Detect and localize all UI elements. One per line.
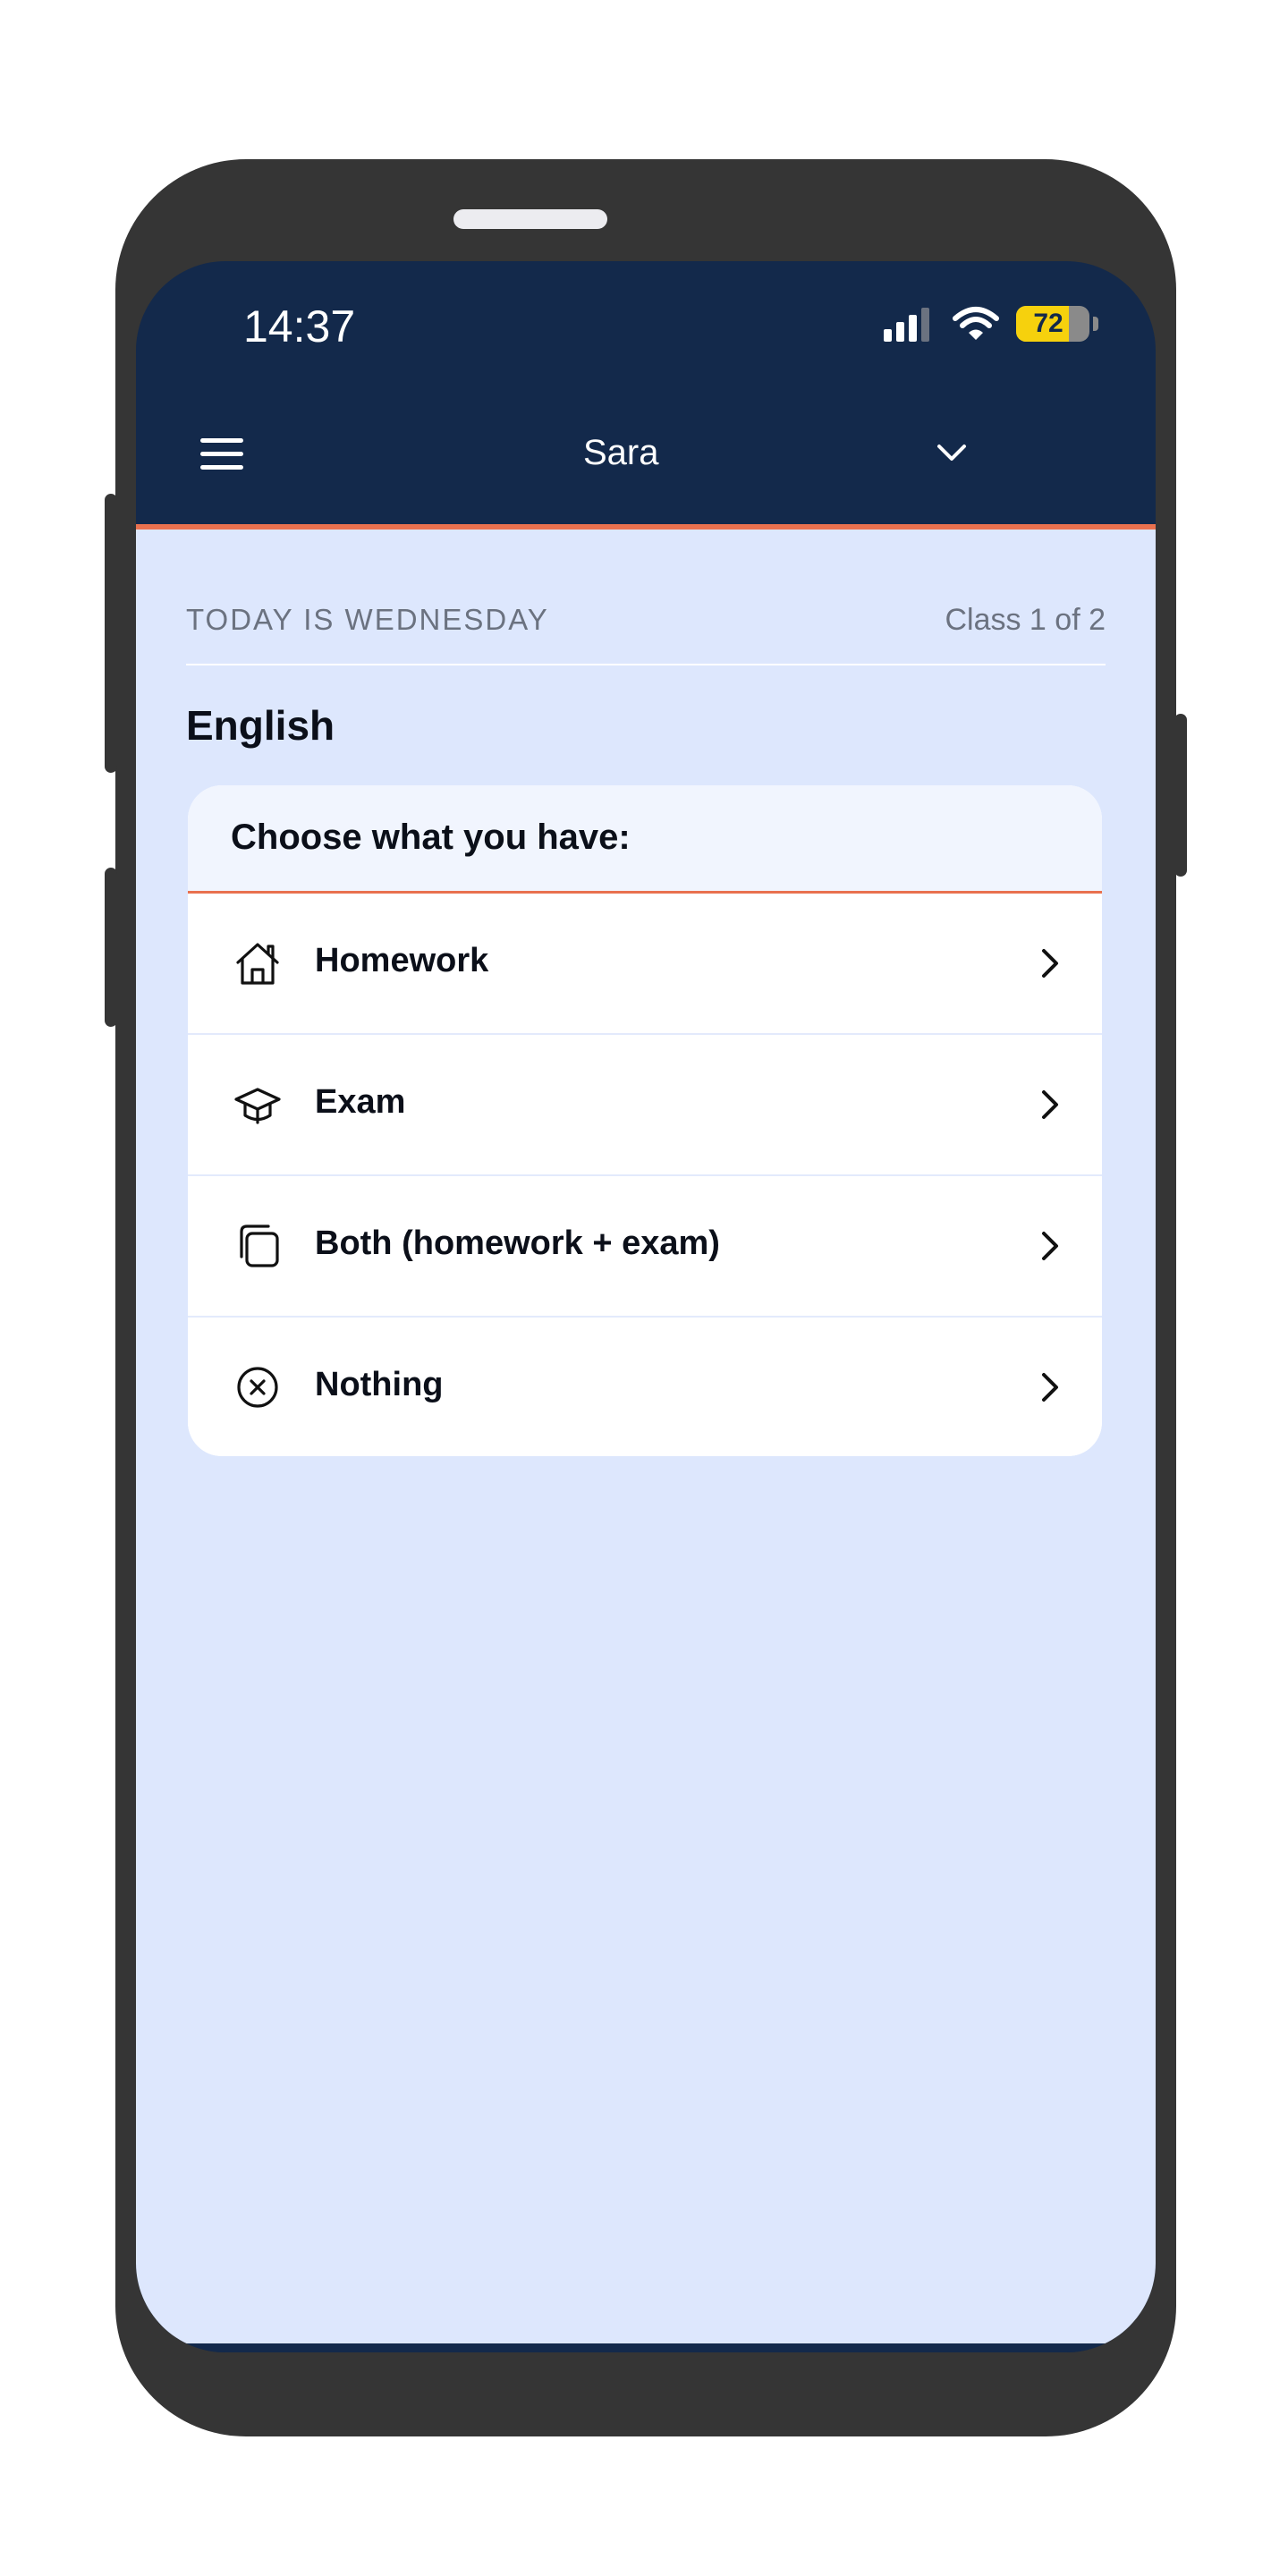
phone-screen: 14:37 72 Sara TODAY IS WEDNESDAY Class 1… bbox=[136, 261, 1156, 2352]
class-count: Class 1 of 2 bbox=[945, 603, 1106, 637]
house-icon bbox=[236, 943, 279, 985]
phone-side-button bbox=[105, 494, 117, 773]
battery-level: 72 bbox=[1033, 309, 1063, 338]
option-both[interactable]: Both (homework + exam) bbox=[188, 1176, 1102, 1318]
app-bar: Sara bbox=[136, 395, 1156, 524]
copy-icon bbox=[240, 1224, 279, 1267]
x-circle-icon bbox=[237, 1367, 278, 1408]
option-homework[interactable]: Homework bbox=[188, 894, 1102, 1035]
chevron-right-icon bbox=[1042, 1373, 1058, 1402]
divider bbox=[186, 664, 1106, 665]
option-label: Nothing bbox=[315, 1366, 444, 1403]
status-time: 14:37 bbox=[243, 301, 356, 352]
day-row: TODAY IS WEDNESDAY Class 1 of 2 bbox=[186, 603, 1106, 648]
option-label: Homework bbox=[315, 942, 489, 979]
battery-tip bbox=[1093, 317, 1098, 331]
main-content: TODAY IS WEDNESDAY Class 1 of 2 English … bbox=[136, 530, 1156, 2343]
day-label: TODAY IS WEDNESDAY bbox=[186, 603, 549, 636]
chevron-right-icon bbox=[1042, 1090, 1058, 1119]
option-nothing[interactable]: Nothing bbox=[188, 1318, 1102, 1456]
option-label: Exam bbox=[315, 1083, 406, 1121]
hamburger-menu-icon[interactable] bbox=[197, 429, 247, 479]
options-card: Choose what you have: Homework Exam Both… bbox=[188, 785, 1102, 1456]
bottom-strip bbox=[136, 2343, 1156, 2352]
chevron-right-icon bbox=[1042, 949, 1058, 978]
option-label: Both (homework + exam) bbox=[315, 1224, 720, 1262]
status-icons: 72 bbox=[882, 304, 1114, 343]
battery-body: 72 bbox=[1016, 306, 1089, 342]
user-selector-dropdown[interactable]: Sara bbox=[583, 422, 995, 487]
card-title: Choose what you have: bbox=[231, 818, 631, 857]
wifi-icon bbox=[953, 307, 999, 340]
phone-speaker bbox=[453, 209, 607, 229]
phone-side-button bbox=[105, 868, 117, 1027]
battery-icon: 72 bbox=[1016, 306, 1102, 342]
user-name: Sara bbox=[583, 433, 659, 472]
graduation-cap-icon bbox=[234, 1088, 281, 1124]
chevron-right-icon bbox=[1042, 1232, 1058, 1260]
subject-title: English bbox=[186, 702, 335, 749]
card-header: Choose what you have: bbox=[188, 785, 1102, 894]
option-exam[interactable]: Exam bbox=[188, 1035, 1102, 1176]
phone-side-button bbox=[1174, 714, 1187, 877]
status-bar: 14:37 72 bbox=[136, 261, 1156, 395]
cellular-signal-icon bbox=[884, 308, 929, 342]
chevron-down-icon bbox=[937, 445, 966, 461]
